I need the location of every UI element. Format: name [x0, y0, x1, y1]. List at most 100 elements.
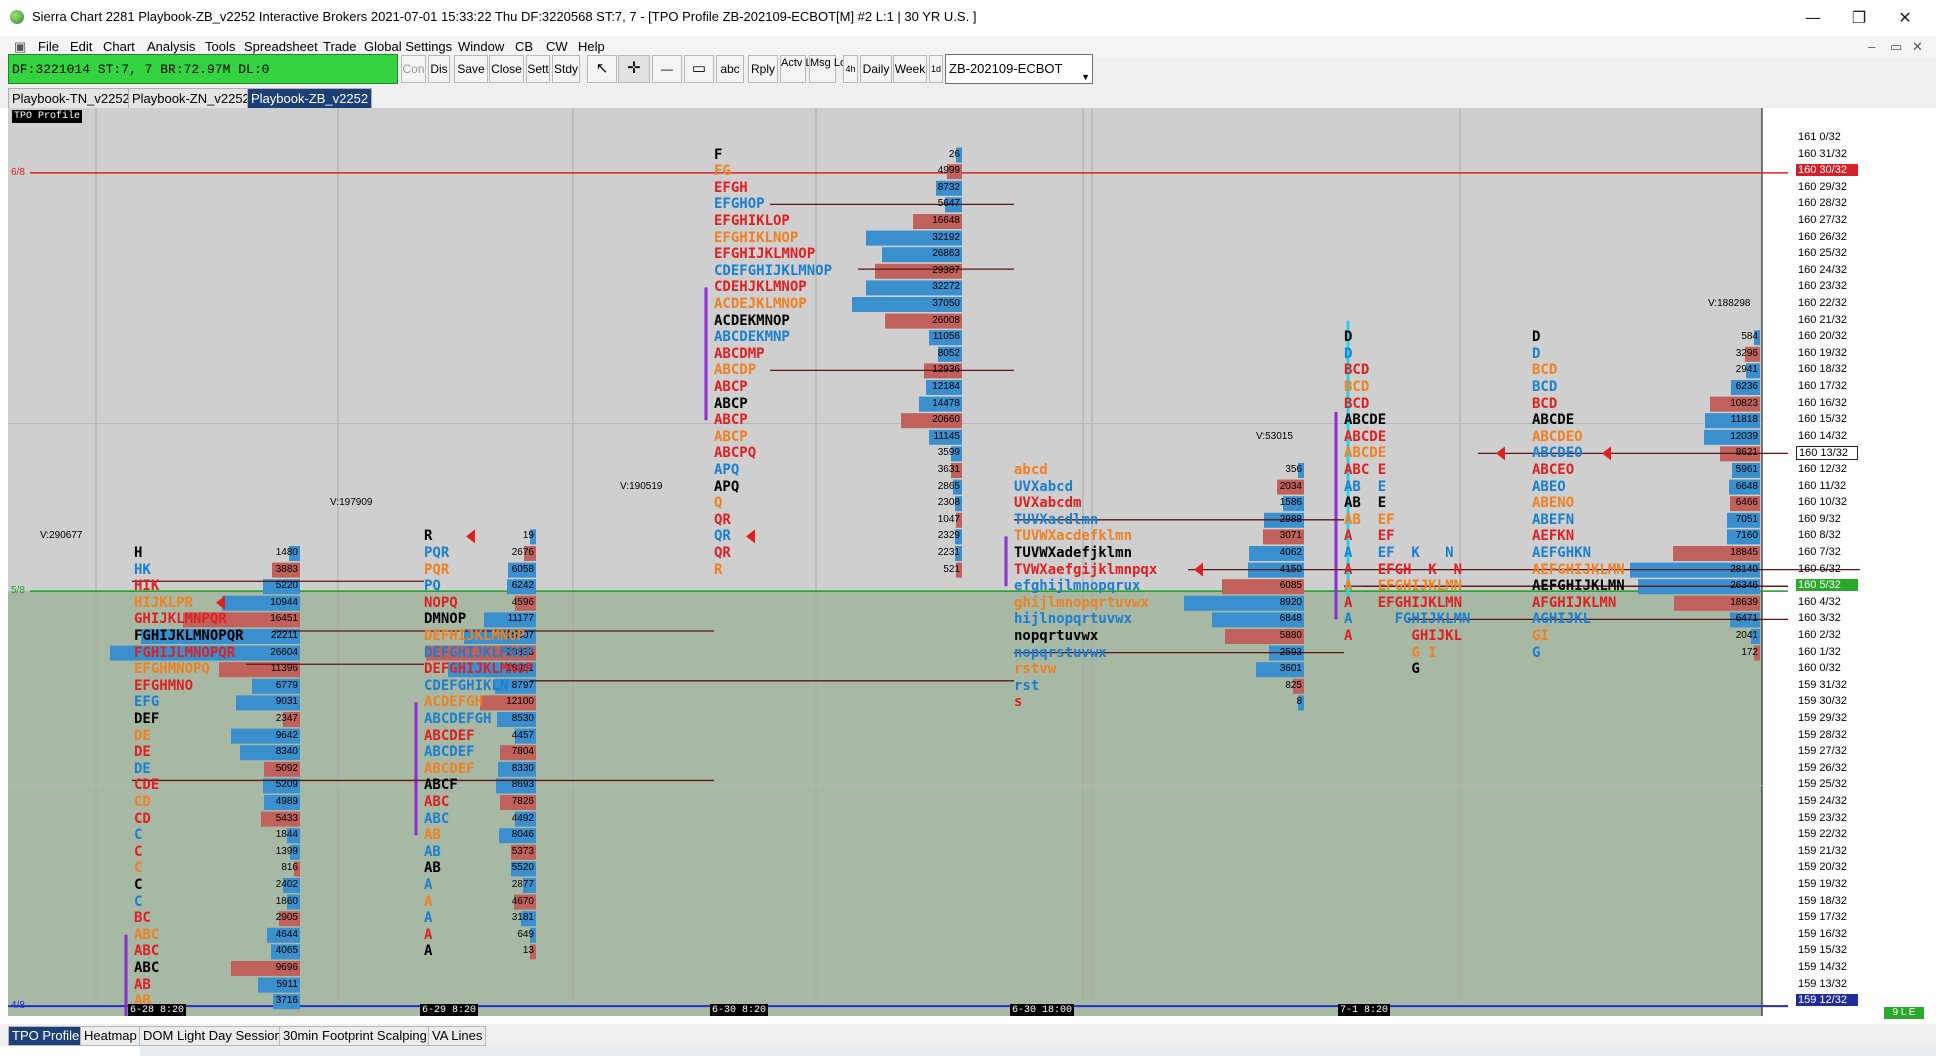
price-label: 160 8/32 — [1798, 529, 1841, 542]
price-label: 159 25/32 — [1798, 778, 1847, 791]
save-button[interactable]: Save — [454, 55, 488, 83]
message-log-button[interactable]: Msg Log — [809, 55, 852, 83]
tpo-row: nopqrtuvwx — [1014, 628, 1099, 644]
price-label: 160 29/32 — [1798, 180, 1847, 193]
menu-analysis[interactable]: Analysis — [147, 39, 195, 54]
tpo-row: CD — [134, 810, 151, 827]
tpo-row: EFGHMNOPQ — [134, 661, 210, 678]
volume-value: 9696 — [275, 962, 298, 973]
mdi-restore-icon[interactable]: ▭ — [1890, 39, 1902, 55]
tpo-row: DEFGHIJKLMNOP — [424, 661, 534, 678]
volume-value: 2034 — [1279, 480, 1302, 492]
price-label: 160 26/32 — [1798, 230, 1847, 243]
menu-file[interactable]: File — [38, 39, 59, 54]
tab-tpo-profile[interactable]: TPO Profile — [8, 1026, 84, 1046]
price-label: 160 22/32 — [1798, 297, 1847, 309]
volume-value: 19 — [522, 530, 534, 542]
tpo-row: AEFGHIJKLMN — [1532, 578, 1625, 595]
tpo-row: C — [134, 877, 143, 893]
text-tool[interactable]: abc — [716, 55, 744, 83]
tab-30min-footprint-scalping[interactable]: 30min Footprint Scalping — [279, 1026, 431, 1046]
menu-help[interactable]: Help — [578, 39, 605, 54]
volume-value: 5209 — [275, 779, 298, 791]
session-volume-label: V:190519 — [620, 480, 663, 492]
tpo-row: FGHIJKLMNOPQR — [134, 628, 244, 644]
price-label: 159 28/32 — [1798, 728, 1847, 741]
menu-cb[interactable]: CB — [515, 39, 533, 54]
close-button[interactable]: ✕ — [1882, 0, 1928, 36]
price-label: 159 23/32 — [1798, 811, 1847, 824]
tpo-row: TUVWXadefjklmn — [1014, 545, 1133, 561]
tab-playbook-tn[interactable]: Playbook-TN_v2252 — [8, 88, 134, 109]
volume-value: 26 — [948, 148, 960, 160]
pointer-tool[interactable]: ↖ — [587, 55, 617, 83]
tpo-row: A — [424, 877, 433, 893]
menu-trade[interactable]: Trade — [323, 39, 356, 54]
tpo-row: ABCDE — [1344, 428, 1387, 445]
tpo-row: ABCEO — [1532, 462, 1575, 478]
disconnect-button[interactable]: Dis — [428, 55, 450, 83]
volume-value: 4670 — [511, 895, 534, 907]
tab-dom-light-day-session[interactable]: DOM Light Day Session — [139, 1026, 286, 1046]
tpo-row: AEFGHIJKLMN — [1532, 561, 1625, 578]
mdi-close-icon[interactable]: ✕ — [1912, 39, 1923, 55]
menu-global-settings[interactable]: Global Settings — [364, 39, 452, 54]
price-label: 159 31/32 — [1798, 678, 1847, 691]
menu-cw[interactable]: CW — [546, 39, 568, 54]
system-menu-icon[interactable]: ▣ — [14, 39, 26, 55]
volume-value: 8621 — [1735, 447, 1758, 459]
menu-window[interactable]: Window — [458, 39, 504, 54]
studies-button[interactable]: Stdy — [552, 55, 580, 83]
replay-button[interactable]: Rply — [748, 55, 778, 83]
symbol-selector[interactable]: ZB-202109-ECBOT ▼ — [945, 54, 1093, 84]
close-chart-button[interactable]: Close — [489, 55, 524, 83]
tpo-chart[interactable]: TPO Profile 6/8 5/8 4/8 161 0/32 160 31/32 16… — [8, 108, 1860, 1016]
tab-va-lines[interactable]: VA Lines — [428, 1026, 487, 1046]
line-icon: — — [661, 62, 673, 76]
tpo-row: ABCDE — [1344, 412, 1387, 429]
tab-playbook-zn[interactable]: Playbook-ZN_v2252 — [128, 88, 254, 109]
tpo-row: ABCP — [714, 395, 748, 412]
tpo-row: QR — [714, 545, 731, 561]
volume-value: 7160 — [1735, 530, 1758, 542]
volume-value: 5433 — [275, 812, 298, 824]
activity-log-button[interactable]: Actv Log — [780, 55, 824, 83]
restore-button[interactable]: ❐ — [1836, 0, 1882, 36]
chart-tabs-bottom: TPO Profile Heatmap DOM Light Day Sessio… — [0, 1024, 1936, 1046]
tpo-row: s — [1014, 694, 1023, 711]
tpo-row: TVWXaefgijklmnpqx — [1014, 561, 1158, 578]
settings-button[interactable]: Sett — [526, 55, 550, 83]
connect-button[interactable]: Con — [401, 55, 426, 83]
volume-value: 9031 — [275, 696, 298, 708]
crosshair-tool[interactable]: ✛ — [618, 55, 650, 83]
volume-value: 3071 — [1279, 530, 1302, 542]
volume-value: 1860 — [275, 895, 298, 907]
volume-value: 8693 — [511, 779, 534, 791]
menu-tools[interactable]: Tools — [205, 39, 235, 54]
line-tool[interactable]: — — [652, 55, 682, 83]
tpo-row: ABC — [134, 926, 160, 943]
menu-chart[interactable]: Chart — [103, 39, 135, 54]
minimize-button[interactable]: — — [1790, 0, 1836, 36]
price-label: 160 7/32 — [1798, 546, 1841, 558]
timeframe-1d[interactable]: 1d — [929, 55, 943, 83]
mdi-minimize-icon[interactable]: – — [1868, 39, 1875, 54]
menu-spreadsheet[interactable]: Spreadsheet — [244, 39, 318, 54]
tpo-row: ABCDEF — [424, 727, 475, 744]
tab-heatmap[interactable]: Heatmap — [80, 1026, 141, 1046]
session-volume-label: V:290677 — [40, 530, 83, 542]
tpo-row: G — [1532, 644, 1541, 661]
price-label: 160 13/32 — [1796, 446, 1858, 461]
volume-value: 4457 — [511, 729, 534, 741]
timeframe-4h[interactable]: 4h — [843, 55, 858, 83]
menu-edit[interactable]: Edit — [70, 39, 92, 54]
timeframe-week[interactable]: Week — [893, 55, 927, 83]
volume-value: 11396 — [270, 663, 298, 675]
rectangle-tool[interactable]: ▭ — [684, 55, 714, 83]
volume-value: 6242 — [511, 580, 534, 592]
volume-value: 29387 — [932, 264, 960, 276]
tab-playbook-zb[interactable]: Playbook-ZB_v2252 — [247, 88, 373, 109]
tpo-row: AEFGHKN — [1532, 545, 1592, 561]
timeframe-daily[interactable]: Daily — [860, 55, 892, 83]
tpo-row: DE — [134, 760, 151, 777]
